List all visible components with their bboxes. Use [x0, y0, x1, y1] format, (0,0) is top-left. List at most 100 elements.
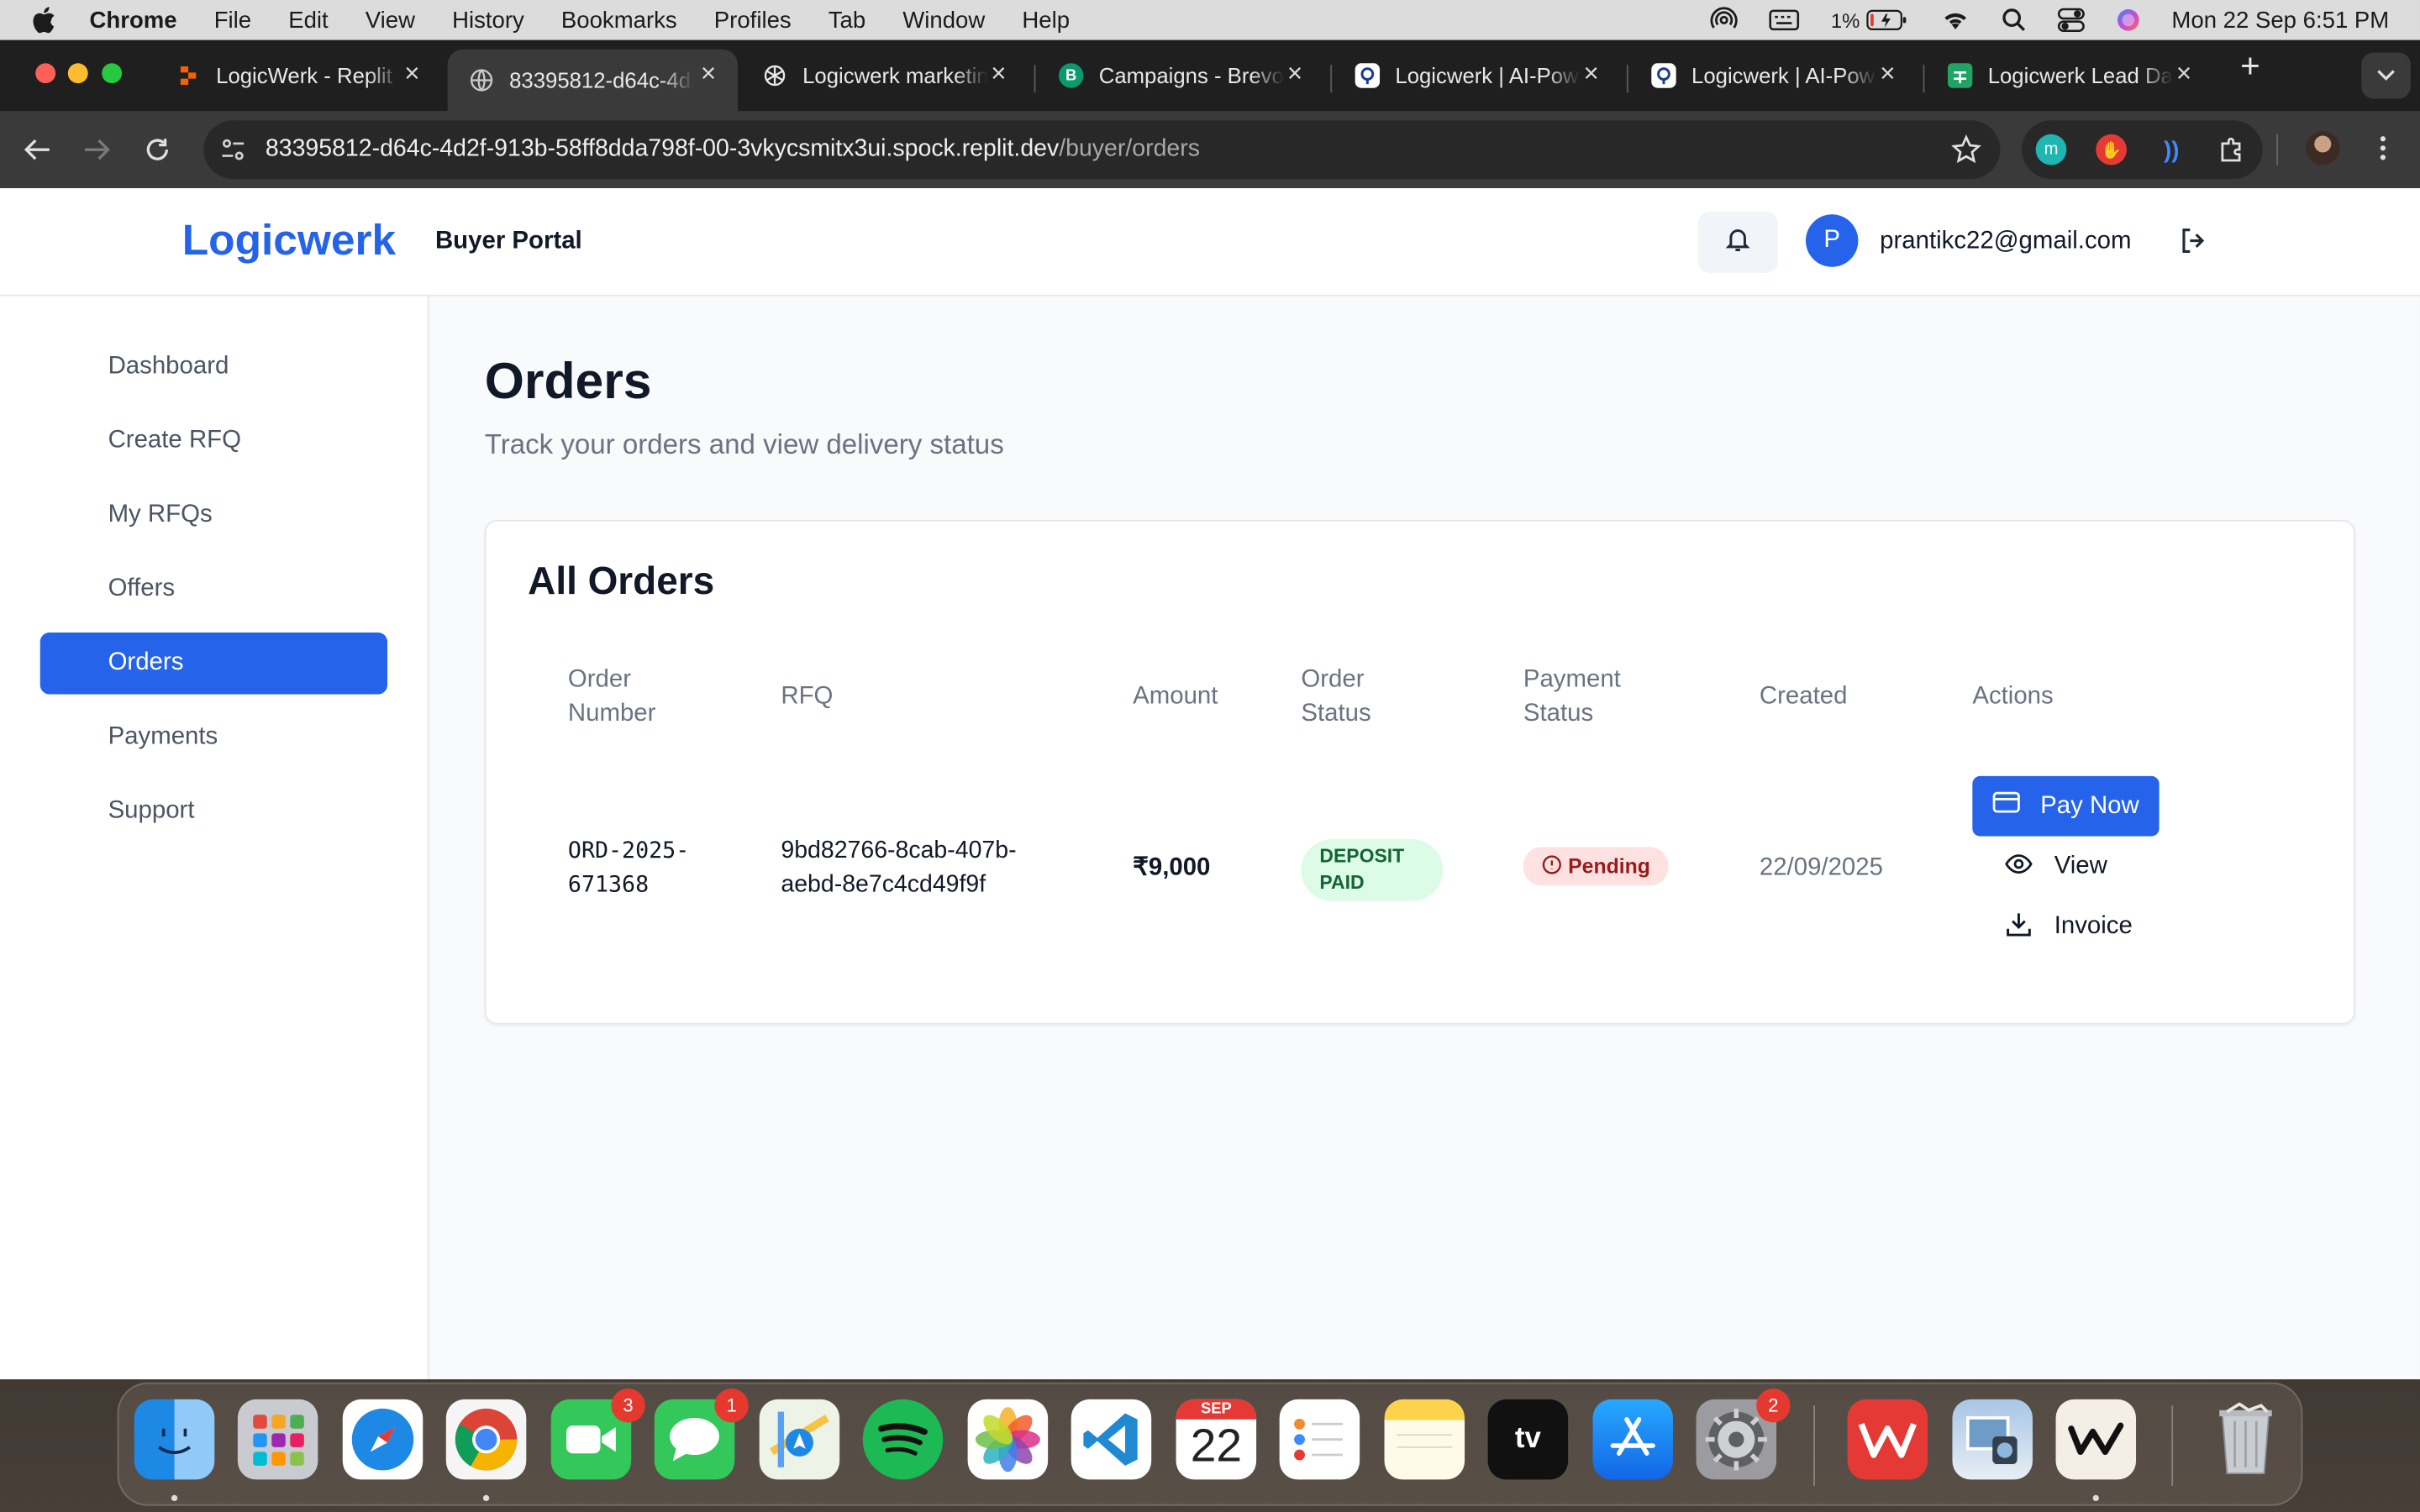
facetime-icon[interactable]: 3 — [550, 1389, 645, 1480]
menu-app-name[interactable]: Chrome — [90, 7, 177, 33]
apple-icon[interactable] — [31, 6, 59, 34]
menu-help[interactable]: Help — [1022, 7, 1070, 33]
tab-lead-data-sheet[interactable]: Logicwerk Lead Data × — [1926, 50, 2213, 102]
finder-icon[interactable] — [134, 1399, 215, 1480]
close-tab-icon[interactable]: × — [695, 60, 723, 88]
photos-icon[interactable] — [967, 1399, 1049, 1480]
tab-logicwerk-ai-1[interactable]: Logicwerk | AI-Powered × — [1334, 50, 1621, 102]
cell-line: aebd-8e7c4cd49f9f — [781, 871, 986, 898]
pay-now-button[interactable]: Pay Now — [1972, 775, 2160, 837]
tab-search-button[interactable] — [2361, 52, 2411, 99]
chrome-icon[interactable] — [445, 1399, 527, 1480]
header-line: Order — [1301, 666, 1365, 693]
logout-icon — [2179, 226, 2207, 261]
tab-replit[interactable]: LogicWerk - Replit × — [155, 50, 442, 102]
tab-logicwerk-ai-2[interactable]: Logicwerk | AI-Powered × — [1630, 50, 1918, 102]
forward-button[interactable] — [77, 129, 118, 170]
reminders-icon[interactable] — [1279, 1399, 1360, 1480]
profile-avatar[interactable] — [2306, 131, 2340, 165]
app-store-icon[interactable] — [1592, 1399, 1674, 1480]
close-tab-icon[interactable]: × — [1577, 60, 1605, 88]
close-tab-icon[interactable]: × — [398, 60, 426, 88]
trash-icon[interactable] — [2206, 1399, 2286, 1480]
extensions-puzzle-icon[interactable] — [2217, 134, 2248, 165]
preview-icon[interactable] — [1952, 1399, 2033, 1480]
more-menu-icon[interactable] — [2368, 133, 2399, 171]
cell-line: 9bd82766-8cab-407b- — [781, 837, 1017, 864]
maps-icon[interactable] — [759, 1399, 840, 1480]
clock[interactable]: Mon 22 Sep 6:51 PM — [2171, 7, 2389, 33]
app-logo[interactable]: Logicwerk — [182, 216, 396, 265]
notifications-button[interactable] — [1697, 211, 1778, 274]
column-header-rfq: RFQ — [781, 683, 834, 710]
siri-icon[interactable] — [2116, 8, 2140, 32]
view-order-button[interactable]: View — [2005, 848, 2107, 885]
messages-icon[interactable]: 1 — [654, 1389, 749, 1480]
sidebar-item-orders[interactable]: Orders — [39, 633, 388, 695]
site-info-icon[interactable] — [219, 136, 247, 171]
close-tab-icon[interactable]: × — [985, 60, 1013, 88]
extension-hand-icon[interactable]: ✋ — [2096, 134, 2128, 165]
close-tab-icon[interactable]: × — [1874, 60, 1902, 88]
apple-tv-icon[interactable]: tv — [1487, 1399, 1569, 1480]
tab-logicwerk-marketing[interactable]: Logicwerk marketing × — [741, 50, 1028, 102]
back-button[interactable] — [17, 129, 57, 170]
writing-app-icon[interactable] — [2055, 1399, 2137, 1480]
sidebar-item-create-rfq[interactable]: Create RFQ — [40, 411, 387, 472]
keyboard-icon[interactable] — [1769, 8, 1800, 32]
address-bar[interactable]: 83395812-d64c-4d2f-913b-58ff8dda798f-00-… — [203, 120, 2001, 180]
new-tab-button[interactable]: + — [2232, 46, 2269, 87]
vscode-icon[interactable] — [1071, 1399, 1152, 1480]
sidebar-item-offers[interactable]: Offers — [40, 559, 387, 620]
menu-history[interactable]: History — [452, 7, 524, 33]
extensions-area: m ✋ )) — [2022, 120, 2263, 180]
menu-profiles[interactable]: Profiles — [714, 7, 792, 33]
system-settings-icon[interactable]: 2 — [1696, 1389, 1791, 1480]
close-tab-icon[interactable]: × — [2170, 60, 2197, 88]
user-avatar[interactable]: P — [1805, 214, 1859, 267]
reload-button[interactable] — [137, 129, 177, 170]
notes-icon[interactable] — [1384, 1399, 1465, 1480]
download-invoice-button[interactable]: Invoice — [2005, 909, 2133, 946]
sidebar-item-my-rfqs[interactable]: My RFQs — [40, 485, 387, 546]
eye-icon — [2005, 853, 2033, 882]
sidebar-item-support[interactable]: Support — [40, 780, 387, 842]
calendar-icon[interactable]: SEP 22 — [1176, 1399, 1257, 1480]
menu-tab[interactable]: Tab — [829, 7, 865, 33]
spotify-icon[interactable] — [862, 1399, 944, 1480]
menu-window[interactable]: Window — [902, 7, 985, 33]
menu-bookmarks[interactable]: Bookmarks — [561, 7, 677, 33]
menu-file[interactable]: File — [214, 7, 251, 33]
sidebar-item-payments[interactable]: Payments — [40, 706, 387, 768]
apple-tv-glyph: tv — [1514, 1422, 1541, 1456]
bookmark-star-icon[interactable] — [1951, 134, 1982, 173]
wps-office-icon[interactable] — [1847, 1399, 1928, 1480]
column-header-payment-status: Payment Status — [1523, 664, 1621, 732]
extension-audio-icon[interactable]: )) — [2156, 134, 2187, 165]
credit-card-icon — [1992, 791, 2020, 821]
close-tab-icon[interactable]: × — [1281, 60, 1308, 88]
safari-icon[interactable] — [342, 1399, 424, 1480]
zoom-window-button[interactable] — [102, 63, 123, 84]
logout-button[interactable] — [2176, 227, 2210, 260]
badge-line: PAID — [1319, 871, 1365, 894]
close-window-button[interactable] — [35, 63, 56, 84]
airdrop-icon[interactable] — [1711, 6, 1739, 34]
url-text[interactable]: 83395812-d64c-4d2f-913b-58ff8dda798f-00-… — [266, 136, 1200, 164]
tab-brevo-campaigns[interactable]: B Campaigns - Brevo × — [1037, 50, 1324, 102]
control-center-icon[interactable] — [2058, 8, 2086, 33]
extension-m-icon[interactable]: m — [2035, 134, 2067, 165]
logicwerk-icon — [1651, 63, 1676, 88]
minimize-window-button[interactable] — [67, 63, 88, 84]
launchpad-icon[interactable] — [237, 1399, 318, 1480]
sidebar-item-dashboard[interactable]: Dashboard — [40, 336, 387, 397]
tab-active-orders[interactable]: 83395812-d64c-4d2f × — [447, 49, 738, 112]
sidebar: Dashboard Create RFQ My RFQs Offers Orde… — [0, 296, 429, 1380]
header-line: Number — [567, 700, 656, 727]
menu-edit[interactable]: Edit — [288, 7, 328, 33]
search-icon[interactable] — [2002, 8, 2026, 32]
menu-view[interactable]: View — [366, 7, 415, 33]
wifi-icon[interactable] — [1940, 8, 1971, 32]
order-number-cell: ORD-2025- 671368 — [568, 835, 689, 903]
battery-status[interactable]: 1% — [1831, 8, 1909, 32]
